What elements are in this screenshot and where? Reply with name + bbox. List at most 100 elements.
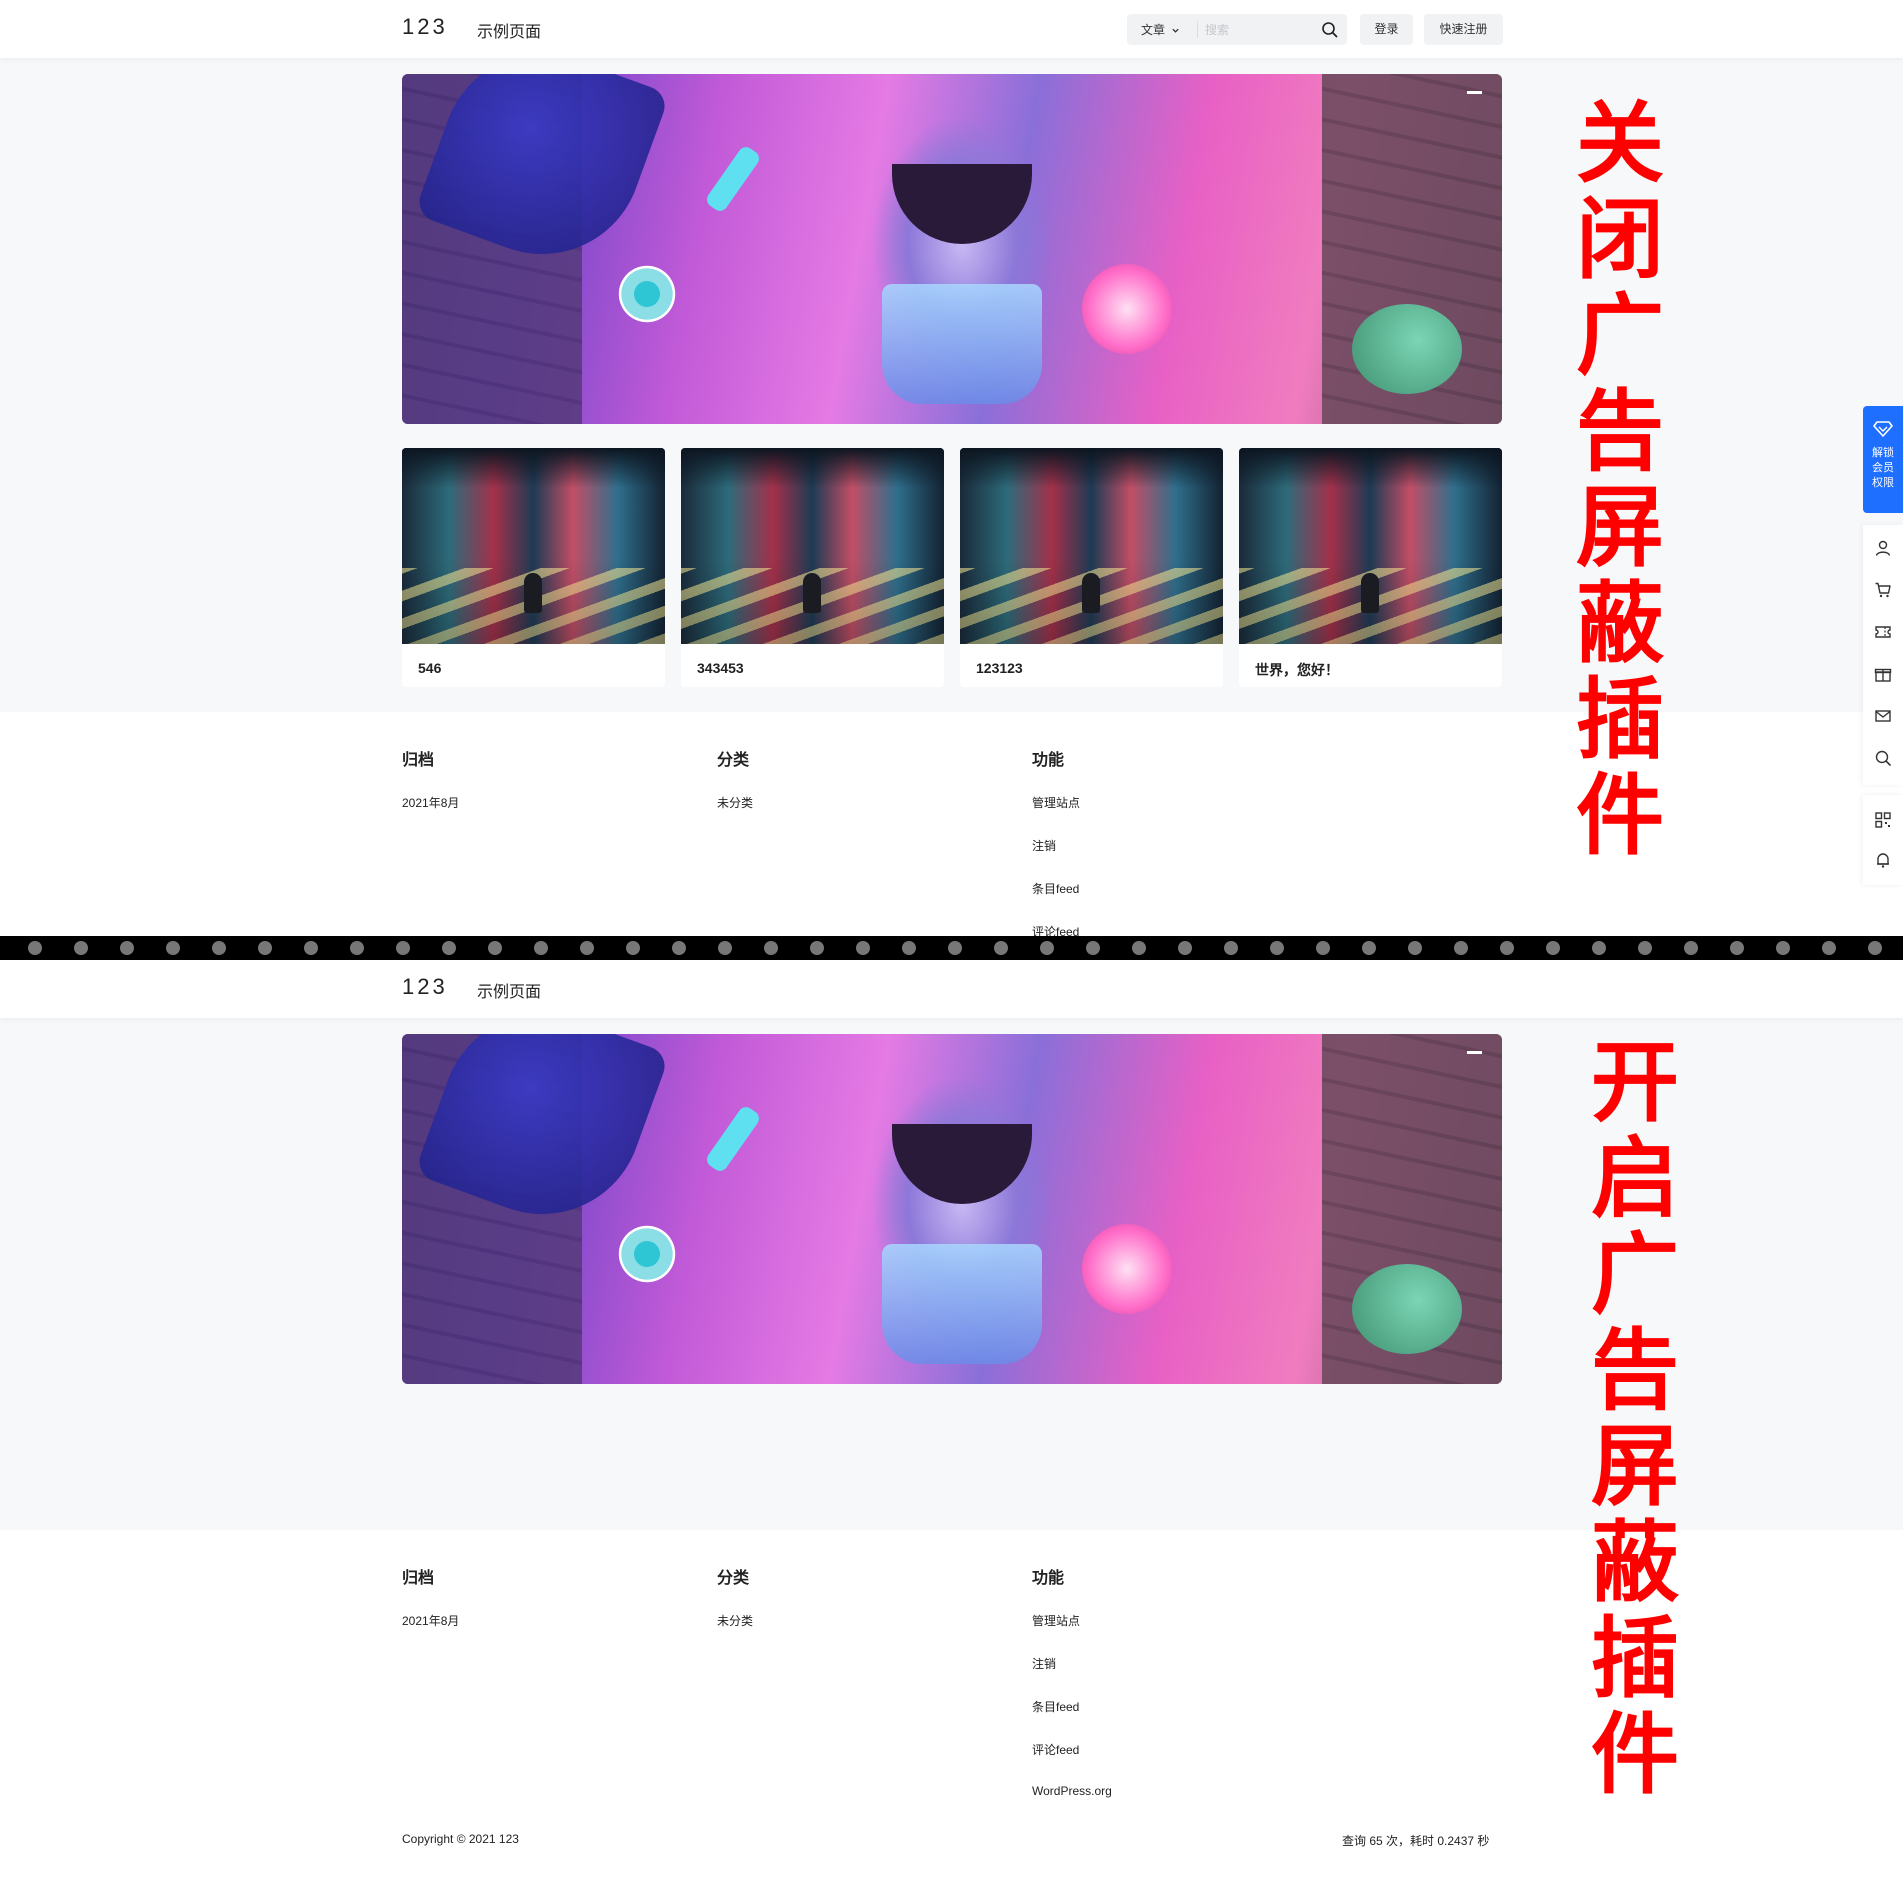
article-dropdown-label: 文章 [1141, 23, 1166, 37]
annotation-char: 闭 [1575, 188, 1664, 291]
filmstrip-hole [28, 941, 42, 955]
filmstrip-hole [1638, 941, 1652, 955]
search-bar: 文章 [1127, 14, 1347, 45]
ad-banner-image[interactable] [402, 1034, 1502, 1384]
footer-link[interactable]: WordPress.org [1032, 1784, 1112, 1798]
nav-sample-page[interactable]: 示例页面 [477, 18, 541, 42]
footer-link[interactable]: 管理站点 [1032, 1612, 1112, 1629]
post-thumbnail[interactable] [1239, 448, 1502, 644]
footer-functions: 功能 管理站点 注销 条目feed 评论feed WordPress.org [1032, 1564, 1112, 1824]
footer-link[interactable]: 未分类 [717, 794, 753, 811]
cart-icon[interactable] [1874, 581, 1892, 599]
filmstrip-hole [626, 941, 640, 955]
post-title[interactable]: 123123 [976, 660, 1023, 676]
footer-heading: 归档 [402, 1570, 435, 1587]
site-header: 123 示例页面 [0, 960, 1903, 1018]
annotation-char: 屏 [1590, 1415, 1679, 1518]
filmstrip-hole [166, 941, 180, 955]
footer-link[interactable]: 未分类 [717, 1612, 753, 1629]
filmstrip-hole [1224, 941, 1238, 955]
post-card[interactable]: 123123 [960, 448, 1223, 687]
footer-link[interactable]: 注销 [1032, 837, 1080, 854]
filmstrip-hole [304, 941, 318, 955]
post-title[interactable]: 343453 [697, 660, 744, 676]
footer-link[interactable]: 条目feed [1032, 1698, 1112, 1715]
footer-categories: 分类 未分类 [717, 1564, 753, 1655]
filmstrip-hole [258, 941, 272, 955]
sidebar-tools [1863, 525, 1903, 785]
footer-heading: 归档 [402, 752, 435, 769]
query-stats: 查询 65 次，耗时 0.2437 秒 [1342, 1834, 1490, 1848]
post-title[interactable]: 世界，您好！ [1255, 660, 1339, 680]
nav-sample-page[interactable]: 示例页面 [477, 978, 541, 1002]
minimize-icon[interactable] [1467, 91, 1482, 94]
filmstrip-hole [948, 941, 962, 955]
footer-link[interactable]: 管理站点 [1032, 794, 1080, 811]
filmstrip-hole [1362, 941, 1376, 955]
post-thumbnail[interactable] [960, 448, 1223, 644]
footer-link[interactable]: 2021年8月 [402, 1612, 459, 1629]
mail-icon[interactable] [1874, 707, 1892, 725]
coupon-icon[interactable] [1874, 623, 1892, 641]
footer-archive: 归档 2021年8月 [402, 1564, 459, 1655]
filmstrip-hole [902, 941, 916, 955]
filmstrip-hole [442, 941, 456, 955]
filmstrip-hole [350, 941, 364, 955]
post-card[interactable]: 343453 [681, 448, 944, 687]
post-thumbnail[interactable] [402, 448, 665, 644]
login-button[interactable]: 登录 [1360, 14, 1413, 45]
qrcode-icon[interactable] [1874, 811, 1892, 829]
minimize-icon[interactable] [1467, 1051, 1482, 1054]
bell-icon[interactable] [1874, 851, 1892, 869]
ad-banner-image[interactable] [402, 74, 1502, 424]
filmstrip-hole [1730, 941, 1744, 955]
annotation-char: 件 [1575, 764, 1664, 867]
filmstrip-hole [1316, 941, 1330, 955]
footer-categories: 分类 未分类 [717, 746, 753, 837]
annotation-char: 插 [1590, 1607, 1679, 1710]
search-icon[interactable] [1874, 749, 1892, 767]
screenshot-adblock-on: 123 示例页面 归档 2021年8月 分类 未分类 功能 管理站点 注销 条目… [0, 960, 1903, 1898]
footer-link[interactable]: 评论feed [1032, 1741, 1112, 1758]
filmstrip-hole [718, 941, 732, 955]
gift-icon[interactable] [1874, 665, 1892, 683]
filmstrip-hole [1592, 941, 1606, 955]
post-card[interactable]: 546 [402, 448, 665, 687]
filmstrip-hole [396, 941, 410, 955]
article-dropdown[interactable]: 文章 [1141, 21, 1180, 38]
post-title[interactable]: 546 [418, 660, 441, 676]
filmstrip-divider [0, 936, 1903, 960]
user-icon[interactable] [1874, 539, 1892, 557]
site-logo[interactable]: 123 [402, 14, 448, 40]
footer-archive: 归档 2021年8月 [402, 746, 459, 837]
copyright: Copyright © 2021 123 [402, 1832, 519, 1846]
annotation-char: 件 [1590, 1703, 1679, 1806]
filmstrip-hole [1822, 941, 1836, 955]
footer-link[interactable]: 评论feed [1032, 923, 1080, 936]
filmstrip-hole [1408, 941, 1422, 955]
footer-link[interactable]: 2021年8月 [402, 794, 459, 811]
filmstrip-hole [74, 941, 88, 955]
filmstrip-hole [1546, 941, 1560, 955]
post-thumbnail[interactable] [681, 448, 944, 644]
site-logo[interactable]: 123 [402, 974, 448, 1000]
filmstrip-hole [672, 941, 686, 955]
footer-link[interactable]: 注销 [1032, 1655, 1112, 1672]
search-input[interactable] [1205, 18, 1315, 41]
filmstrip-hole [1868, 941, 1882, 955]
annotation-adblock-on: 开启广告屏蔽插件 [1580, 1035, 1690, 1803]
filmstrip-hole [1454, 941, 1468, 955]
filmstrip-hole [120, 941, 134, 955]
filmstrip-hole [1270, 941, 1284, 955]
filmstrip-hole [1040, 941, 1054, 955]
footer-link[interactable]: 条目feed [1032, 880, 1080, 897]
annotation-char: 插 [1575, 668, 1664, 771]
annotation-char: 蔽 [1590, 1511, 1679, 1614]
register-button[interactable]: 快速注册 [1424, 14, 1503, 45]
filmstrip-hole [1178, 941, 1192, 955]
search-icon[interactable] [1320, 20, 1340, 40]
vip-unlock-button[interactable]: 解锁 会员 权限 [1863, 406, 1903, 513]
filmstrip-hole [534, 941, 548, 955]
post-card[interactable]: 世界，您好！ [1239, 448, 1502, 687]
annotation-char: 告 [1590, 1319, 1679, 1422]
